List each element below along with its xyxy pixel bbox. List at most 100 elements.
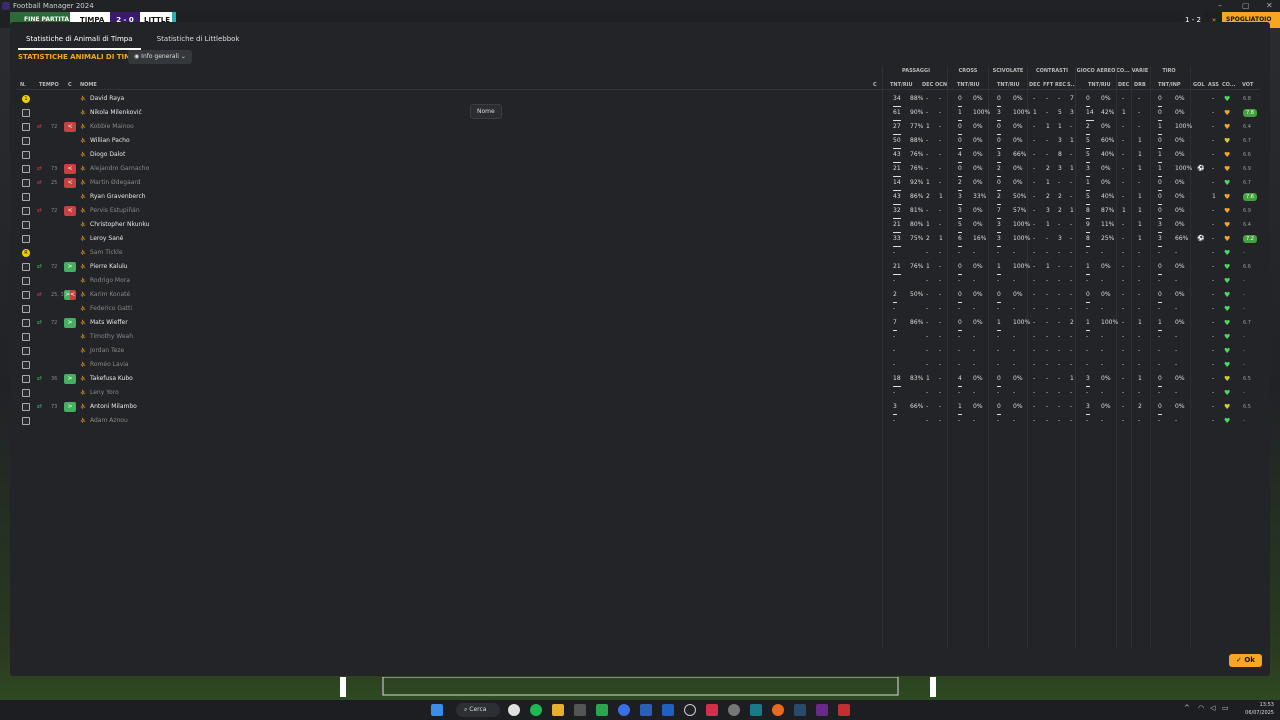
col-pass[interactable]: TNT/RIU — [890, 82, 913, 88]
table-row[interactable]: ⛹ Leny Yoro - - - - - - - - - - - - - - - - - - ♥ - — [16, 386, 1260, 400]
player-name[interactable]: Nikola Milenković — [90, 106, 142, 120]
file-explorer-icon[interactable] — [552, 704, 564, 716]
player-name[interactable]: Mats Wieffer — [90, 316, 128, 330]
app-icon[interactable] — [728, 704, 740, 716]
col-pass-occ[interactable]: OCN — [935, 82, 947, 88]
col-con-fft[interactable]: FFT — [1043, 82, 1053, 88]
col-c2[interactable]: C — [873, 82, 877, 88]
battery-icon[interactable]: ▭ — [1222, 704, 1229, 712]
table-row[interactable]: ⇄ 72 < ⛹ Kobbie Mainoo 27 77% 1-0 0% 0 0% -1 1-2 0% - -… — [16, 120, 1260, 135]
table-row[interactable]: ⛹ Nikola Milenković 61 90% - -1 100% 3 100% 1-5 3 1… — [16, 106, 1260, 121]
player-name[interactable]: David Raya — [90, 92, 124, 106]
table-row[interactable]: ⇄ 72 < ⛹ Pervis Estupiñán 32 81% - -3 0% 7 57% -3 2 1 8… — [16, 204, 1260, 219]
taskbar-search[interactable]: ⌕ Cerca — [456, 703, 500, 717]
player-name[interactable]: Alejandro Garnacho — [90, 162, 149, 176]
col-nome[interactable]: NOME — [80, 82, 97, 88]
table-row[interactable]: ⇄ 36 > ⛹ Takefusa Kubo 18 83% 1-4 0% 0 0% - - -1 3 0% -1… — [16, 372, 1260, 387]
player-name[interactable]: Antoni Milambo — [90, 400, 137, 414]
col-tempo[interactable]: TEMPO — [39, 82, 59, 88]
table-row[interactable]: ⛹ Willian Pacho 50 88% - -0 0% 0 0% - -3 1 5 60% -1 0 0%… — [16, 134, 1260, 149]
col-c[interactable]: C — [68, 82, 72, 88]
col-co-dec[interactable]: DEC — [1118, 82, 1129, 88]
table-row[interactable]: ⛹ Roméo Lavia - - - - - - - - - - - - - - - - - - ♥ - — [16, 358, 1260, 372]
player-name[interactable]: Jordan Teze — [90, 344, 124, 358]
player-name[interactable]: Pierre Kalulu — [90, 260, 128, 274]
col-vot[interactable]: VOT — [1242, 82, 1253, 88]
windows-start-icon[interactable] — [431, 704, 443, 716]
app-icon[interactable] — [684, 704, 696, 716]
football-manager-icon[interactable] — [706, 704, 718, 716]
drive-icon[interactable] — [596, 704, 608, 716]
col-cross[interactable]: TNT/RIU — [957, 82, 980, 88]
firefox-icon[interactable] — [772, 704, 784, 716]
view-dropdown[interactable]: ◉ Info generali ⌄ — [128, 50, 192, 64]
app-icon[interactable] — [816, 704, 828, 716]
tab-away-stats[interactable]: Statistiche di Littlebbok — [149, 32, 248, 50]
player-name[interactable]: Pervis Estupiñán — [90, 204, 140, 218]
spotify-icon[interactable] — [530, 704, 542, 716]
table-row[interactable]: ⛹ Christopher Nkunku 21 80% 1-5 0% 3 100% -1- -9 1… — [16, 218, 1260, 233]
table-row[interactable]: ⛹ Timothy Weah - - - - - - - - - - - - - - - - - - ♥ - — [16, 330, 1260, 344]
table-row[interactable]: ⛹ Federico Gatti - - - - - - - - - - - - - - - - - - ♥ - — [16, 302, 1260, 316]
col-cond[interactable]: CO... — [1222, 82, 1236, 88]
player-name[interactable]: Christopher Nkunku — [90, 218, 149, 232]
ok-button[interactable]: ✓ Ok — [1229, 654, 1262, 667]
table-row[interactable]: R ⛹ Sam Tickle - - - - - - - - - - - - - - - - - - ♥ - — [16, 246, 1260, 260]
player-name[interactable]: Leroy Sané — [90, 232, 123, 246]
volume-icon[interactable]: ◁ — [1210, 704, 1215, 712]
player-name[interactable]: Leny Yoro — [90, 386, 119, 400]
maximize-button[interactable]: ▢ — [1242, 0, 1250, 12]
col-con-dec[interactable]: DEC — [1029, 82, 1040, 88]
wifi-icon[interactable]: ◠ — [1198, 704, 1204, 712]
table-row[interactable]: 1 ⛹ David Raya 34 88% - -0 0% 0 0% - - -7 0 0% - -0 0% - ♥ 6… — [16, 92, 1260, 107]
player-name[interactable]: Ryan Gravenberch — [90, 190, 146, 204]
player-name[interactable]: Willian Pacho — [90, 134, 130, 148]
minimize-button[interactable]: – — [1218, 0, 1222, 12]
player-name[interactable]: Kobbie Mainoo — [90, 120, 134, 134]
player-name[interactable]: Adam Aznou — [90, 414, 128, 428]
col-gol[interactable]: GOL — [1193, 82, 1205, 88]
table-row[interactable]: ⛹ Ryan Gravenberch 43 86% 2 1 3 33% 2 50% -2 2-5 40%… — [16, 190, 1260, 205]
table-row[interactable]: ⛹ Adam Aznou - - - - - - - - - - - - - - - - - - ♥ - — [16, 414, 1260, 428]
player-name[interactable]: Sam Tickle — [90, 246, 123, 260]
table-row[interactable]: ⛹ Diogo Dalot 43 76% - -4 0% 3 66% - -8-5 40% -1 1 0% -… — [16, 148, 1260, 163]
col-tiro[interactable]: TNT/INP — [1158, 82, 1181, 88]
player-name[interactable]: Martin Ødegaard — [90, 176, 141, 190]
table-row[interactable]: ⇄ 73 < ⛹ Alejandro Garnacho 21 76% - -0 0% 2 0% -2 3 1… — [16, 162, 1260, 177]
chrome-icon[interactable] — [508, 704, 520, 716]
table-row[interactable]: ⇄ 72 > ⛹ Mats Wieffer 7 86% - -0 0% 1 100% - - -2 1 100%… — [16, 316, 1260, 331]
col-drb[interactable]: DRB — [1134, 82, 1146, 88]
table-row[interactable]: ⛹ Rodrigo Mora - - - - - - - - - - - - - - - - - - ♥ - — [16, 274, 1260, 288]
tab-home-stats[interactable]: Statistiche di Animali di Timpa — [18, 32, 141, 50]
player-name[interactable]: Roméo Lavia — [90, 358, 129, 372]
app-icon[interactable] — [750, 704, 762, 716]
table-row[interactable]: ⇄ 25, 36 >< ⛹ Karim Konaté 2 50% - -0 0% 0 0% - - - -0 0… — [16, 288, 1260, 303]
app-icon[interactable] — [618, 704, 630, 716]
player-name[interactable]: Federico Gatti — [90, 302, 132, 316]
tray-chevron-icon[interactable]: ^ — [1184, 704, 1190, 712]
player-name[interactable]: Rodrigo Mora — [90, 274, 130, 288]
table-row[interactable]: ⛹ Jordan Teze - - - - - - - - - - - - - - - - - - ♥ - — [16, 344, 1260, 358]
player-name[interactable]: Karim Konaté — [90, 288, 130, 302]
player-name[interactable]: Timothy Weah — [90, 330, 133, 344]
app-icon[interactable] — [574, 704, 586, 716]
col-con-rec[interactable]: REC — [1055, 82, 1066, 88]
col-pass-dec[interactable]: DEC — [922, 82, 933, 88]
table-row[interactable]: ⇄ 72 > ⛹ Pierre Kalulu 21 76% 1-0 0% 1 100% -1- -1 0%… — [16, 260, 1260, 275]
word-icon[interactable] — [640, 704, 652, 716]
player-name[interactable]: Diogo Dalot — [90, 148, 125, 162]
col-sciv[interactable]: TNT/RIU — [997, 82, 1020, 88]
table-row[interactable]: ⛹ Leroy Sané 33 75% 2 1 6 16% 3 100% - -3-8 25% -1 3 66… — [16, 232, 1260, 247]
stat-cell: - — [1033, 305, 1036, 312]
col-ass[interactable]: ASS — [1208, 82, 1219, 88]
player-name[interactable]: Takefusa Kubo — [90, 372, 133, 386]
table-row[interactable]: ⇄ 25 < ⛹ Martin Ødegaard 14 92% 1-2 0% 0 0% -1- -1 0%… — [16, 176, 1260, 191]
table-row[interactable]: ⇄ 73 > ⛹ Antoni Milambo 3 66% - -1 0% 0 0% - - - -3 0% -2… — [16, 400, 1260, 415]
app-icon[interactable] — [838, 704, 850, 716]
close-button[interactable]: ✕ — [1266, 0, 1273, 12]
col-aereo[interactable]: TNT/RIU — [1088, 82, 1111, 88]
clock[interactable]: 13:53 06/07/2025 — [1238, 701, 1274, 717]
app-icon[interactable] — [662, 704, 674, 716]
col-number[interactable]: N. — [20, 82, 26, 88]
steam-icon[interactable] — [794, 704, 806, 716]
